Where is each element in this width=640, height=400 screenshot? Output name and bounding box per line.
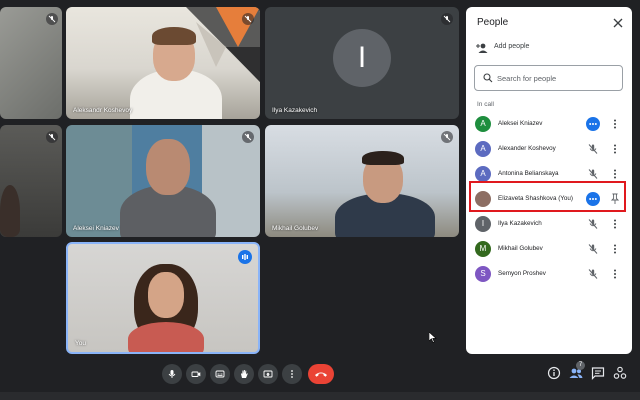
participant-name: Mikhail Golubev xyxy=(498,245,543,252)
participant-name: Alexander Koshevoy xyxy=(498,145,556,152)
avatar: A xyxy=(475,116,491,132)
video-tile-you[interactable]: You xyxy=(66,242,260,354)
tile-name-label: Aleksandr Koshevoy xyxy=(73,107,133,114)
search-icon xyxy=(483,73,493,83)
mouse-cursor-icon xyxy=(429,332,437,343)
tile-name-label: Aleksei Kniazev xyxy=(73,225,119,232)
add-person-icon xyxy=(476,43,488,53)
video-tile-mikhail[interactable]: Mikhail Golubev xyxy=(265,125,459,237)
mic-icon xyxy=(168,370,176,378)
participant-video-hair xyxy=(152,27,196,45)
more-options-icon[interactable] xyxy=(609,142,621,156)
avatar: I xyxy=(333,29,391,87)
participant-name: Ilya Kazakevich xyxy=(498,220,542,227)
participant-name: Antonina Belianskaya xyxy=(498,170,559,177)
tile-name-label: Mikhail Golubev xyxy=(272,225,319,232)
participant-row[interactable]: I Ilya Kazakevich xyxy=(466,211,632,237)
mic-muted-icon xyxy=(46,131,58,143)
mic-muted-icon[interactable] xyxy=(586,142,600,156)
meet-call-screen: Aleksandr Koshevoy I Ilya Kazakevich Ale… xyxy=(0,0,640,400)
camera-icon xyxy=(191,371,201,377)
avatar: M xyxy=(475,241,491,257)
info-icon[interactable] xyxy=(546,365,562,381)
avatar: I xyxy=(475,216,491,232)
avatar: A xyxy=(475,166,491,182)
participant-video-person xyxy=(128,322,204,352)
captions-button[interactable] xyxy=(210,364,230,384)
more-options-button[interactable] xyxy=(282,364,302,384)
video-tile-ilya[interactable]: I Ilya Kazakevich xyxy=(265,7,459,119)
panel-title: People xyxy=(477,17,509,28)
speaking-indicator-icon xyxy=(586,117,600,131)
camera-button[interactable] xyxy=(186,364,206,384)
mic-muted-icon[interactable] xyxy=(586,167,600,181)
present-icon xyxy=(263,370,273,378)
end-call-icon xyxy=(315,372,327,377)
mic-muted-icon xyxy=(242,131,254,143)
tile-name-label: You xyxy=(75,340,86,347)
mic-muted-icon xyxy=(441,13,453,25)
participant-row[interactable]: M Mikhail Golubev xyxy=(466,236,632,262)
participant-video-face xyxy=(146,139,190,195)
participant-video-hair xyxy=(362,151,404,165)
mic-muted-icon[interactable] xyxy=(586,267,600,281)
search-box[interactable] xyxy=(474,65,623,91)
speaking-indicator-icon xyxy=(238,250,252,264)
add-people-button[interactable]: Add people xyxy=(475,41,615,55)
section-label: In call xyxy=(477,101,494,108)
chat-icon[interactable] xyxy=(590,365,606,381)
video-tile-aleksandr[interactable]: Aleksandr Koshevoy xyxy=(66,7,260,119)
video-tile-partial-left-1[interactable] xyxy=(0,7,62,119)
avatar: A xyxy=(475,141,491,157)
video-tile-aleksei[interactable]: Aleksei Kniazev xyxy=(66,125,260,237)
video-tile-partial-left-2[interactable] xyxy=(0,125,62,237)
add-people-label: Add people xyxy=(494,43,530,50)
more-options-icon[interactable] xyxy=(609,217,621,231)
participant-video-person xyxy=(0,185,20,237)
mic-muted-icon[interactable] xyxy=(586,242,600,256)
close-icon[interactable] xyxy=(612,17,624,29)
tile-name-label: Ilya Kazakevich xyxy=(272,107,318,114)
avatar: S xyxy=(475,266,491,282)
participant-name: Aleksei Kniazev xyxy=(498,120,543,127)
call-controls-bar xyxy=(0,360,640,392)
activities-icon[interactable] xyxy=(612,365,628,381)
more-options-icon[interactable] xyxy=(609,267,621,281)
more-options-icon xyxy=(291,370,293,378)
mic-button[interactable] xyxy=(162,364,182,384)
more-options-icon[interactable] xyxy=(609,242,621,256)
highlight-box xyxy=(469,181,626,212)
more-options-icon[interactable] xyxy=(609,167,621,181)
more-options-icon[interactable] xyxy=(609,117,621,131)
bottom-bar xyxy=(0,392,640,400)
participant-name: Semyon Proshev xyxy=(498,270,546,277)
mic-muted-icon xyxy=(242,13,254,25)
mic-muted-icon[interactable] xyxy=(586,217,600,231)
participant-row[interactable]: S Semyon Proshev xyxy=(466,261,632,287)
search-input[interactable] xyxy=(497,72,617,85)
participant-count-badge: 7 xyxy=(576,361,585,370)
mic-muted-icon xyxy=(441,131,453,143)
mic-muted-icon xyxy=(46,13,58,25)
raise-hand-button[interactable] xyxy=(234,364,254,384)
participant-row[interactable]: A Aleksei Kniazev xyxy=(466,111,632,137)
participant-row[interactable]: A Alexander Koshevoy xyxy=(466,136,632,162)
present-button[interactable] xyxy=(258,364,278,384)
raise-hand-icon xyxy=(241,370,248,378)
captions-icon xyxy=(215,370,225,378)
participant-video-face xyxy=(148,272,184,318)
end-call-button[interactable] xyxy=(308,364,334,384)
